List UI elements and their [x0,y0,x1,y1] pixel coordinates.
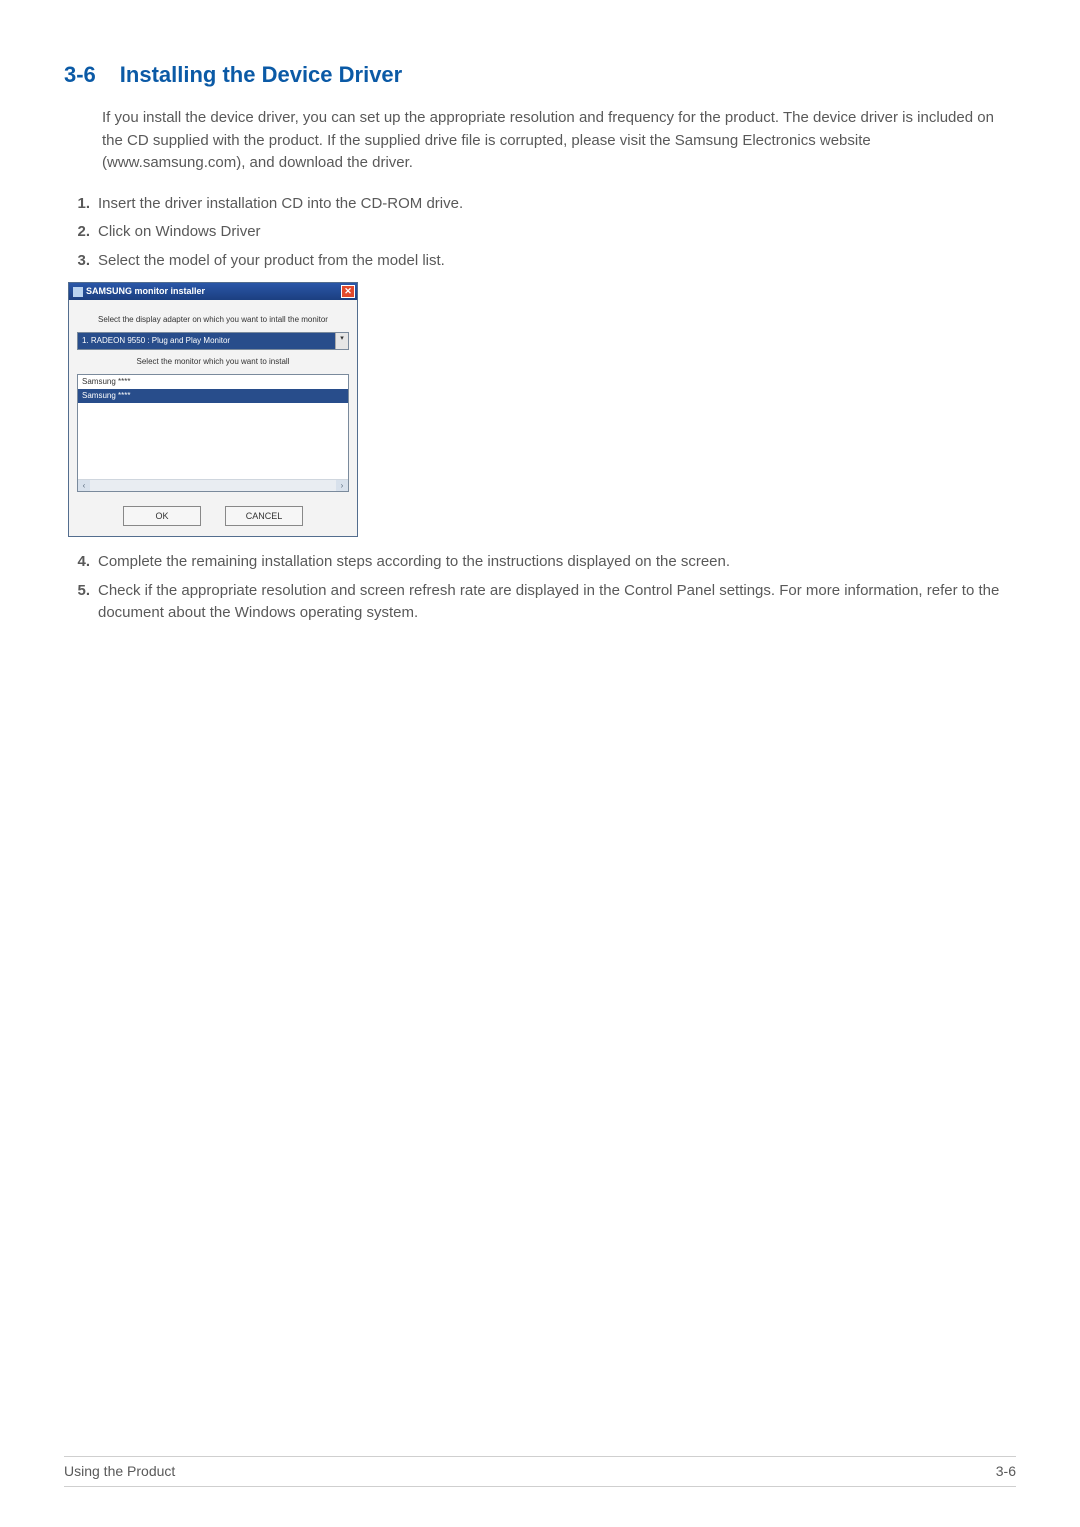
step-item: 3. Select the model of your product from… [64,250,1016,273]
footer-left: Using the Product [64,1461,175,1482]
step-item: 2. Click on Windows Driver [64,221,1016,244]
page-footer: Using the Product 3-6 [64,1456,1016,1487]
step-text: Complete the remaining installation step… [98,551,1016,574]
step-text: Insert the driver installation CD into t… [98,193,1016,216]
step-number: 1. [64,193,90,216]
list-item[interactable]: Samsung **** [78,389,348,403]
scroll-right-button[interactable]: › [336,480,348,492]
footer-right: 3-6 [996,1461,1016,1482]
step-text: Select the model of your product from th… [98,250,1016,273]
horizontal-scrollbar[interactable]: ‹ › [78,479,348,491]
app-icon [73,287,83,297]
step-text: Check if the appropriate resolution and … [98,580,1016,625]
step-text: Click on Windows Driver [98,221,1016,244]
step-number: 3. [64,250,90,273]
close-button[interactable]: ✕ [341,285,355,298]
section-number: 3-6 [64,58,96,91]
step-number: 5. [64,580,90,625]
step-number: 4. [64,551,90,574]
scroll-left-button[interactable]: ‹ [78,480,90,492]
window-title: SAMSUNG monitor installer [86,285,205,299]
monitor-listbox[interactable]: Samsung **** Samsung **** ‹ › [77,374,349,492]
list-item[interactable]: Samsung **** [78,375,348,389]
intro-paragraph: If you install the device driver, you ca… [102,107,1016,175]
step-item: 4. Complete the remaining installation s… [64,551,1016,574]
cancel-button[interactable]: CANCEL [225,506,303,526]
titlebar: SAMSUNG monitor installer ✕ [69,283,357,300]
chevron-down-icon[interactable]: ▾ [335,333,348,349]
step-item: 5. Check if the appropriate resolution a… [64,580,1016,625]
embedded-screenshot: SAMSUNG monitor installer ✕ Select the d… [68,282,1016,537]
section-title: Installing the Device Driver [120,58,402,91]
steps-list-continued: 4. Complete the remaining installation s… [64,551,1016,625]
section-heading: 3-6 Installing the Device Driver [64,58,1016,91]
dropdown-selected-value: 1. RADEON 9550 : Plug and Play Monitor [78,333,335,349]
instruction-text-1: Select the display adapter on which you … [77,314,349,326]
steps-list: 1. Insert the driver installation CD int… [64,193,1016,273]
ok-button[interactable]: OK [123,506,201,526]
adapter-dropdown[interactable]: 1. RADEON 9550 : Plug and Play Monitor ▾ [77,332,349,350]
step-number: 2. [64,221,90,244]
instruction-text-2: Select the monitor which you want to ins… [77,356,349,368]
step-item: 1. Insert the driver installation CD int… [64,193,1016,216]
installer-window: SAMSUNG monitor installer ✕ Select the d… [68,282,358,537]
